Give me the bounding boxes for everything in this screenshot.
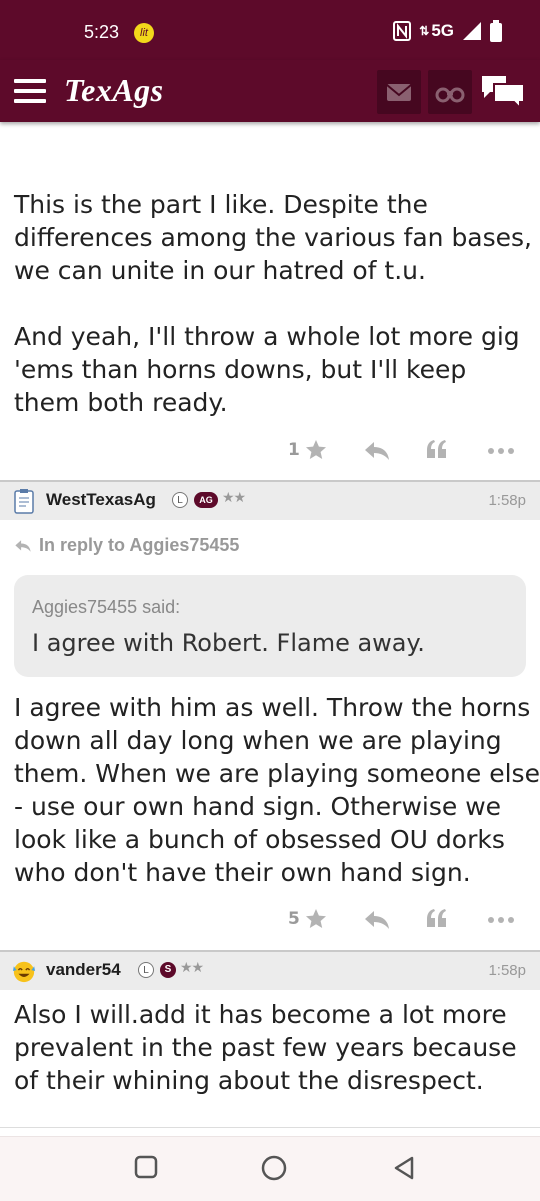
- avatar[interactable]: [12, 488, 36, 514]
- post-line: This is the part I like. Despite the: [14, 190, 428, 219]
- network-type: ⇅: [419, 24, 430, 38]
- post-line: - use our own hand sign. Otherwise we: [14, 792, 502, 821]
- status-icons: ⇅ 5G: [393, 20, 502, 42]
- username[interactable]: vander54: [46, 960, 121, 980]
- post-time: 1:58p: [488, 492, 526, 509]
- signal-icon: [463, 22, 481, 40]
- lifetime-badge: L: [138, 962, 154, 978]
- lifetime-badge: L: [172, 492, 188, 508]
- post-line: differences among the various fan bases,: [14, 223, 533, 252]
- post-line: down all day long when we are playing: [14, 726, 502, 755]
- binoculars-icon: [435, 87, 465, 103]
- quote-icon[interactable]: [426, 907, 448, 929]
- post-line: we can unite in our hatred of t.u.: [14, 256, 426, 285]
- post-header: WestTexasAg L AG ★★ 1:58p: [0, 480, 540, 520]
- more-icon[interactable]: [488, 448, 514, 454]
- lit-app-icon: lit: [134, 23, 154, 43]
- post-line: of their whining about the disrespect.: [14, 1066, 484, 1095]
- rating-stars: ★★: [222, 490, 246, 506]
- team-badge: S: [160, 962, 176, 978]
- post-line: Also I will.add it has become a lot more: [14, 1000, 507, 1029]
- quote-block: Aggies75455 said: I agree with Robert. F…: [14, 575, 526, 677]
- post-line: [14, 287, 532, 320]
- username[interactable]: WestTexasAg: [46, 490, 156, 510]
- mail-button[interactable]: [377, 70, 421, 114]
- status-time: 5:23: [84, 22, 120, 42]
- post-body: Also I will.add it has become a lot more…: [14, 998, 517, 1097]
- system-nav-bar: [0, 1136, 540, 1201]
- post-actions: 5: [0, 905, 540, 935]
- more-icon[interactable]: [488, 917, 514, 923]
- divider: [0, 1127, 540, 1128]
- nfc-icon: [393, 21, 412, 41]
- rating-stars: ★★: [180, 960, 204, 976]
- chat-icon: [482, 76, 525, 111]
- avatar[interactable]: [12, 958, 36, 984]
- network-label: 5G: [431, 21, 454, 40]
- post-line: 'ems than horns downs, but I'll keep: [14, 355, 467, 384]
- team-badge: AG: [194, 492, 218, 508]
- quote-author[interactable]: Aggies75455 said:: [32, 597, 180, 618]
- post-line: And yeah, I'll throw a whole lot more gi…: [14, 322, 520, 351]
- post-time: 1:58p: [488, 962, 526, 979]
- status-bar: 5:23 lit ⇅ 5G: [0, 0, 540, 60]
- back-icon[interactable]: [392, 1155, 416, 1181]
- reply-icon[interactable]: [364, 440, 390, 462]
- post-line: I agree with him as well. Throw the horn…: [14, 693, 531, 722]
- star-count: 5: [288, 909, 300, 929]
- battery-icon: [490, 20, 502, 42]
- post-line: prevalent in the past few years because: [14, 1033, 517, 1062]
- home-icon[interactable]: [261, 1155, 287, 1181]
- recent-apps-icon[interactable]: [134, 1155, 158, 1179]
- in-reply-link[interactable]: In reply to Aggies75455: [14, 535, 239, 556]
- post-body: I agree with him as well. Throw the horn…: [14, 691, 540, 889]
- star-count: 1: [288, 440, 300, 460]
- post-line: them. When we are playing someone else: [14, 759, 540, 788]
- in-reply-text: In reply to Aggies75455: [39, 535, 240, 555]
- reply-icon[interactable]: [364, 909, 390, 931]
- star-icon[interactable]: [304, 907, 328, 931]
- mail-icon: [386, 84, 412, 101]
- post-line: who don't have their own hand sign.: [14, 858, 471, 887]
- menu-icon[interactable]: [14, 79, 46, 103]
- binoculars-button[interactable]: [428, 70, 472, 114]
- post-actions: 1: [0, 436, 540, 466]
- reply-arrow-icon: [15, 540, 31, 552]
- star-icon[interactable]: [304, 438, 328, 462]
- quote-icon[interactable]: [426, 438, 448, 460]
- quote-text: I agree with Robert. Flame away.: [32, 629, 425, 657]
- post-header: vander54 L S ★★ 1:58p: [0, 950, 540, 990]
- post-body: This is the part I like. Despite the dif…: [14, 188, 532, 419]
- post-line: them both ready.: [14, 388, 228, 417]
- chat-button[interactable]: [480, 72, 526, 112]
- app-header: TexAgs: [0, 60, 540, 122]
- site-logo[interactable]: TexAgs: [64, 72, 164, 109]
- post-line: look like a bunch of obsessed OU dorks: [14, 825, 505, 854]
